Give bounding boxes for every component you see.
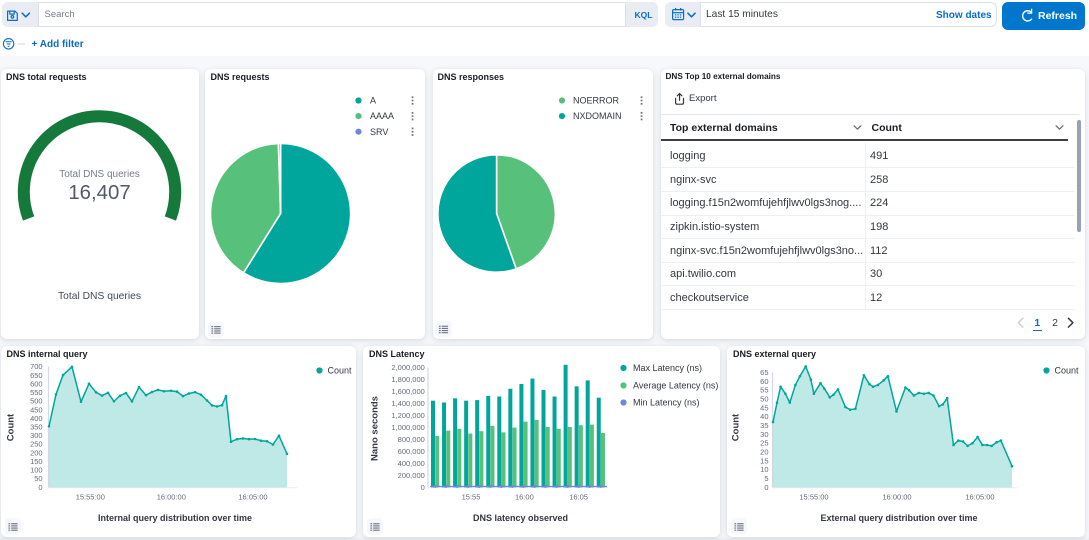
svg-text:15: 15	[760, 456, 768, 465]
svg-text:30: 30	[760, 430, 768, 439]
svg-text:5: 5	[764, 474, 768, 483]
svg-text:60: 60	[760, 377, 768, 386]
svg-text:1,200,000: 1,200,000	[391, 411, 424, 420]
svg-text:1,800,000: 1,800,000	[391, 375, 424, 384]
svg-text:NOERROR: NOERROR	[573, 96, 620, 106]
svg-text:100: 100	[30, 466, 43, 475]
svg-text:550: 550	[30, 388, 43, 397]
svg-text:Count: Count	[328, 366, 353, 376]
svg-text:450: 450	[30, 405, 43, 414]
svg-text:1,400,000: 1,400,000	[391, 399, 424, 408]
svg-text:Count: Count	[1055, 366, 1080, 376]
svg-text:Max Latency (ns): Max Latency (ns)	[633, 363, 702, 373]
svg-text:15:55: 15:55	[462, 493, 481, 502]
svg-text:700: 700	[30, 362, 43, 371]
svg-text:Min Latency (ns): Min Latency (ns)	[633, 398, 700, 408]
svg-text:16:00:00: 16:00:00	[157, 493, 186, 502]
svg-text:350: 350	[30, 423, 43, 432]
svg-text:A: A	[370, 96, 376, 106]
svg-text:16:05:00: 16:05:00	[965, 493, 994, 502]
svg-text:50: 50	[34, 474, 42, 483]
svg-text:1,600,000: 1,600,000	[391, 387, 424, 396]
svg-text:10: 10	[760, 465, 768, 474]
svg-text:800,000: 800,000	[398, 435, 425, 444]
svg-text:650: 650	[30, 371, 43, 380]
svg-text:AAAA: AAAA	[370, 111, 394, 121]
svg-text:600,000: 600,000	[398, 447, 425, 456]
svg-text:0: 0	[38, 483, 42, 492]
svg-text:150: 150	[30, 457, 43, 466]
svg-text:200,000: 200,000	[398, 471, 425, 480]
svg-text:300: 300	[30, 431, 43, 440]
svg-text:1,000,000: 1,000,000	[391, 423, 424, 432]
svg-text:250: 250	[30, 440, 43, 449]
svg-text:200: 200	[30, 448, 43, 457]
svg-text:35: 35	[760, 421, 768, 430]
svg-text:400: 400	[30, 414, 43, 423]
svg-text:25: 25	[760, 439, 768, 448]
svg-text:0: 0	[421, 483, 425, 492]
svg-text:16:00:00: 16:00:00	[882, 493, 911, 502]
svg-text:SRV: SRV	[370, 127, 388, 137]
svg-text:16:00: 16:00	[515, 493, 534, 502]
svg-text:NXDOMAIN: NXDOMAIN	[573, 111, 622, 121]
svg-text:15:55:00: 15:55:00	[76, 493, 105, 502]
svg-text:55: 55	[760, 386, 768, 395]
svg-text:2,000,000: 2,000,000	[391, 363, 424, 372]
svg-text:16:05:00: 16:05:00	[238, 493, 267, 502]
svg-text:15:55:00: 15:55:00	[799, 493, 828, 502]
svg-text:45: 45	[760, 403, 768, 412]
svg-text:16:05: 16:05	[569, 493, 588, 502]
svg-text:400,000: 400,000	[398, 459, 425, 468]
svg-text:0: 0	[764, 483, 768, 492]
svg-text:50: 50	[760, 394, 768, 403]
svg-text:600: 600	[30, 379, 43, 388]
svg-text:65: 65	[760, 368, 768, 377]
svg-text:20: 20	[760, 447, 768, 456]
svg-text:Average Latency (ns): Average Latency (ns)	[633, 381, 718, 391]
svg-text:40: 40	[760, 412, 768, 421]
svg-text:500: 500	[30, 397, 43, 406]
